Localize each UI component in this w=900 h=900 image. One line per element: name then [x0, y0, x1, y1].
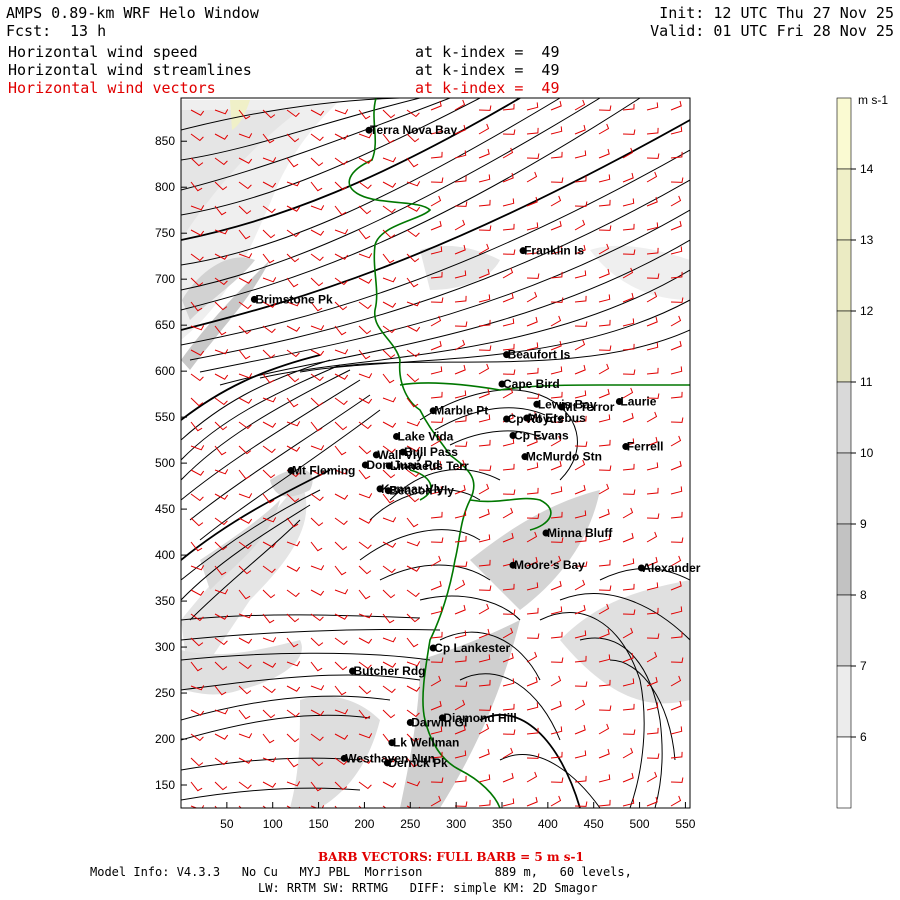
- station-label: Brimstone Pk: [255, 292, 333, 306]
- y-tick-label: 750: [155, 226, 175, 240]
- x-tick-label: 200: [354, 817, 374, 831]
- color-bar-segment: [836, 523, 852, 596]
- x-tick-label: 150: [309, 817, 329, 831]
- y-tick-label: 200: [155, 732, 175, 746]
- x-tick-label: 500: [630, 817, 650, 831]
- color-bar-segment: [836, 168, 852, 241]
- color-bar-label: 8: [860, 588, 867, 602]
- station-label: Linnaeus Terr: [390, 459, 469, 473]
- station-label: Derrick Pk: [388, 756, 448, 770]
- color-bar-label: 10: [860, 446, 874, 460]
- station-label: Cape Bird: [503, 377, 560, 391]
- station-label: Lk Wellman: [393, 736, 459, 750]
- station-label: Butcher Rdg: [354, 664, 426, 678]
- color-bar-segment: [836, 736, 852, 809]
- y-tick-label: 700: [155, 272, 175, 286]
- color-bar-segment: [836, 665, 852, 738]
- barb-vectors-note: BARB VECTORS: FULL BARB = 5 m s-1: [318, 850, 584, 864]
- y-tick-label: 350: [155, 594, 175, 608]
- y-tick-label: 150: [155, 778, 175, 792]
- x-tick-label: 250: [400, 817, 420, 831]
- x-tick-label: 350: [492, 817, 512, 831]
- x-tick-label: 400: [538, 817, 558, 831]
- station-label: Lake Vida: [398, 429, 454, 443]
- model-info-line-1: Model Info: V4.3.3 No Cu MYJ PBL Morriso…: [90, 865, 632, 879]
- map-figure: Terra Nova Bay Franklin Is Brimstone Pk Bea…: [155, 93, 888, 831]
- y-tick-label: 650: [155, 318, 175, 332]
- station-label: Terra Nova Bay: [370, 123, 457, 137]
- color-bar-label: 7: [860, 659, 867, 673]
- color-bar-segment: [836, 97, 852, 170]
- y-tick-label: 250: [155, 686, 175, 700]
- x-tick-label: 550: [675, 817, 695, 831]
- station-label: Minna Bluff: [547, 526, 613, 540]
- station-label: Moore's Bay: [514, 558, 585, 572]
- color-bar-label: 11: [860, 375, 873, 389]
- station-label: Franklin Is: [524, 244, 584, 258]
- color-bar-segment: [836, 594, 852, 667]
- y-tick-label: 400: [155, 548, 175, 562]
- y-axis: 850 800 750 700 650 600 550 500 450 400 350 300 250 2…: [155, 134, 187, 792]
- x-tick-label: 50: [220, 817, 234, 831]
- y-tick-label: 500: [155, 456, 175, 470]
- y-tick-label: 600: [155, 364, 175, 378]
- station-label: Diamond Hill: [443, 711, 516, 725]
- color-bar-label: 14: [860, 162, 874, 176]
- color-bar: 14 13 12 11 10 9 8 7 6: [836, 97, 874, 809]
- station-label: Mt Fleming: [292, 463, 355, 477]
- color-bar-label: 6: [860, 730, 867, 744]
- y-tick-label: 550: [155, 410, 175, 424]
- color-bar-segment: [836, 452, 852, 525]
- station-label: Laurie: [620, 394, 656, 408]
- color-bar-label: 13: [860, 233, 874, 247]
- x-tick-label: 450: [584, 817, 604, 831]
- color-bar-segment: [836, 239, 852, 312]
- color-bar-label: 12: [860, 304, 874, 318]
- station-label: Marble Pt: [434, 404, 488, 418]
- y-tick-label: 850: [155, 134, 175, 148]
- station-label: Mt Erebus: [528, 411, 586, 425]
- station-label: Cp Lankester: [434, 641, 510, 655]
- x-tick-label: 300: [446, 817, 466, 831]
- color-bar-segment: [836, 381, 852, 454]
- color-bar-label: 9: [860, 517, 867, 531]
- station-label: Cp Evans: [514, 429, 569, 443]
- color-bar-unit: m s-1: [858, 93, 888, 107]
- color-bar-segment: [836, 310, 852, 383]
- y-tick-label: 450: [155, 502, 175, 516]
- x-tick-label: 100: [263, 817, 283, 831]
- station-label: Beacon Vly: [389, 484, 454, 498]
- station-label: Alexander: [642, 561, 700, 575]
- y-tick-label: 800: [155, 180, 175, 194]
- model-info-line-2: LW: RRTM SW: RRTMG DIFF: simple KM: 2D S…: [258, 881, 598, 895]
- station-label: Ferrell: [627, 440, 664, 454]
- station-label: Beaufort Is: [508, 348, 571, 362]
- y-tick-label: 300: [155, 640, 175, 654]
- station-label: McMurdo Stn: [526, 450, 602, 464]
